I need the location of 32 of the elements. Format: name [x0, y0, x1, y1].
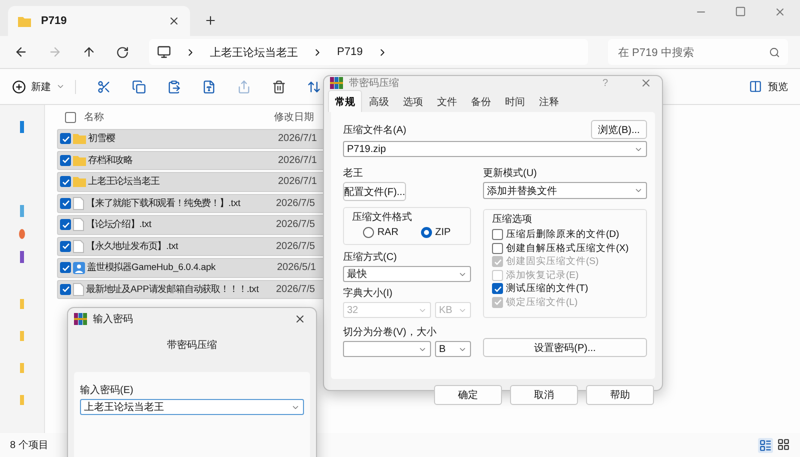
option-label: 添加恢复记录(E): [506, 268, 579, 282]
option-label: 压缩后删除原来的文件(D): [506, 228, 620, 242]
file-name: 【来了就能下载和观看！纯免费！】.txt: [86, 196, 242, 210]
option-label: 创建固实压缩文件(S): [506, 255, 599, 268]
dialog-subtitle: 带密码压缩: [166, 338, 218, 352]
option-label: 创建自解压格式压缩文件(X): [506, 242, 629, 255]
file-date: 2026/5/1: [277, 262, 316, 274]
tab-title: P719: [41, 15, 68, 27]
item-count: 8 个项目: [10, 439, 48, 452]
file-date: 2026/7/1: [278, 154, 317, 166]
group-label: 压缩文件格式: [352, 210, 413, 224]
file-date: 2026/7/5: [276, 240, 315, 252]
option-label: 测试压缩的文件(T): [506, 282, 588, 296]
file-name: 上老王论坛当老王: [88, 175, 161, 188]
group-label: 压缩选项: [492, 212, 533, 226]
file-date: 2026/7/1: [278, 176, 317, 188]
file-date: 2026/7/5: [276, 284, 315, 295]
file-name: 盖世模拟器GameHub_6.0.4.apk: [87, 261, 217, 274]
dialog-title: 带密码压缩: [349, 76, 400, 90]
file-name: 初雪樱: [88, 132, 116, 146]
file-name: 【论坛介绍】.txt: [86, 218, 152, 232]
field-label: 输入密码(E): [80, 384, 134, 397]
file-name: 【永久地址发布页】.txt: [86, 240, 180, 253]
file-date: 2026/7/5: [276, 198, 315, 209]
file-name: 存档和攻略: [88, 154, 134, 167]
option-label: 锁定压缩文件(L): [506, 296, 578, 309]
file-date: 2026/7/5: [276, 219, 315, 230]
file-name: 最新地址及APP请发邮箱自动获取！！！.txt: [86, 282, 260, 296]
field-label: 切分为分卷(V)，大小: [343, 326, 438, 339]
file-date: 2026/7/1: [278, 133, 317, 144]
field-label: 更新模式(U): [483, 166, 538, 180]
dialog-title: 输入密码: [93, 312, 134, 326]
